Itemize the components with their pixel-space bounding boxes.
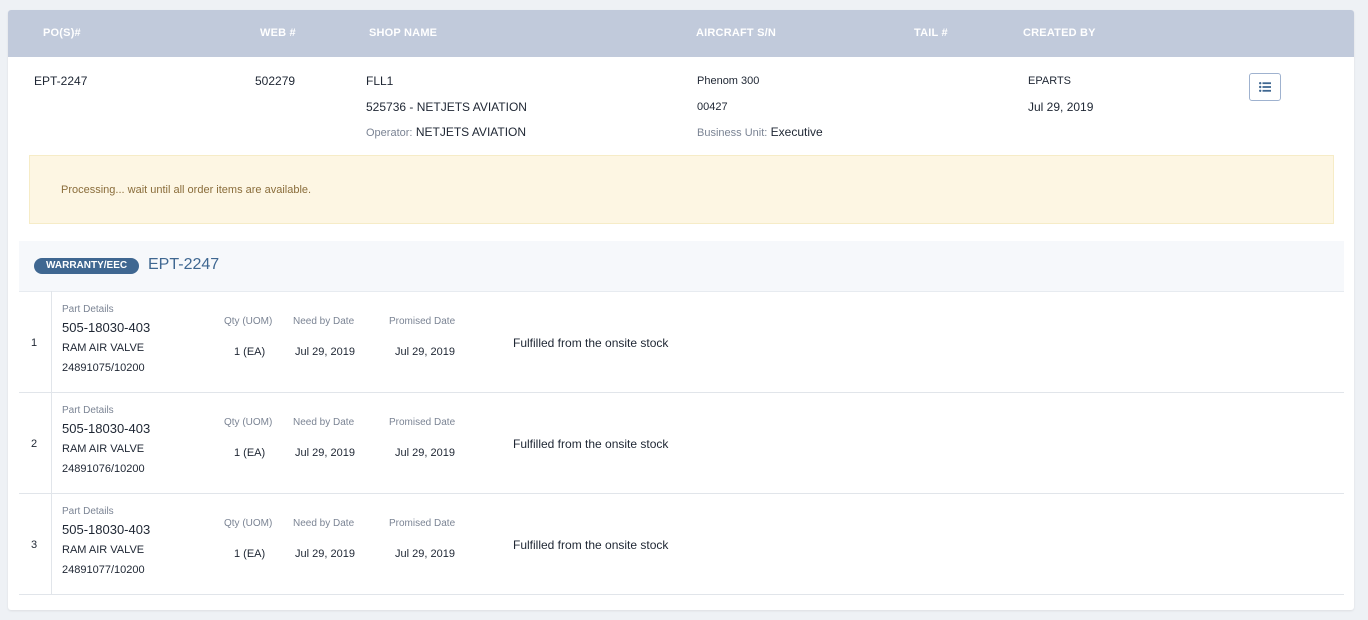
row-index: 2 bbox=[31, 438, 38, 450]
created-by: EPARTS bbox=[1028, 75, 1071, 87]
part-details-label: Part Details bbox=[62, 405, 114, 416]
aircraft-sn: 00427 bbox=[697, 101, 728, 113]
qty-value: 1 (EA) bbox=[234, 346, 266, 358]
table-row: 2 Part Details 505-18030-403 RAM AIR VAL… bbox=[19, 392, 1344, 494]
promised-date: Jul 29, 2019 bbox=[395, 548, 455, 560]
created-date: Jul 29, 2019 bbox=[1028, 100, 1094, 114]
fulfillment-status: Fulfilled from the onsite stock bbox=[513, 336, 669, 350]
header-created-by: CREATED BY bbox=[1023, 27, 1096, 39]
row-index: 3 bbox=[31, 539, 38, 551]
fulfillment-status: Fulfilled from the onsite stock bbox=[513, 437, 669, 451]
fulfillment-status: Fulfilled from the onsite stock bbox=[513, 538, 669, 552]
list-icon bbox=[1259, 82, 1271, 92]
promised-label: Promised Date bbox=[389, 417, 456, 428]
qty-label: Qty (UOM) bbox=[224, 316, 273, 327]
operator-value: NETJETS AVIATION bbox=[415, 125, 527, 139]
header-tail: TAIL # bbox=[914, 27, 948, 39]
part-description: RAM AIR VALVE bbox=[62, 443, 145, 455]
part-details-label: Part Details bbox=[62, 506, 114, 517]
row-index-cell: 1 bbox=[19, 291, 52, 392]
qty-label: Qty (UOM) bbox=[224, 417, 273, 428]
row-index-cell: 3 bbox=[19, 493, 52, 594]
table-row: 1 Part Details 505-18030-403 RAM AIR VAL… bbox=[19, 291, 1344, 393]
part-details-label: Part Details bbox=[62, 304, 114, 315]
order-card: PO(S)# WEB # SHOP NAME AIRCRAFT S/N TAIL… bbox=[8, 10, 1354, 610]
need-by-date: Jul 29, 2019 bbox=[295, 346, 355, 358]
header-shop-name: SHOP NAME bbox=[369, 27, 438, 39]
row-index-cell: 2 bbox=[19, 392, 52, 493]
qty-value: 1 (EA) bbox=[234, 548, 266, 560]
business-unit-value: Executive bbox=[770, 125, 823, 139]
need-by-label: Need by Date bbox=[293, 316, 355, 327]
shop-name: 525736 - NETJETS AVIATION bbox=[366, 100, 527, 114]
part-description: RAM AIR VALVE bbox=[62, 342, 145, 354]
need-by-date: Jul 29, 2019 bbox=[295, 447, 355, 459]
part-number: 505-18030-403 bbox=[62, 522, 151, 537]
list-button[interactable] bbox=[1249, 73, 1281, 101]
processing-alert: Processing... wait until all order items… bbox=[29, 155, 1334, 224]
promised-date: Jul 29, 2019 bbox=[395, 346, 455, 358]
promised-label: Promised Date bbox=[389, 518, 456, 529]
need-by-label: Need by Date bbox=[293, 417, 355, 428]
row-index: 1 bbox=[31, 337, 38, 349]
promised-label: Promised Date bbox=[389, 316, 456, 327]
operator: Operator: NETJETS AVIATION bbox=[366, 125, 526, 139]
alert-message: Processing... wait until all order items… bbox=[61, 184, 312, 196]
web-number: 502279 bbox=[255, 74, 296, 88]
aircraft-model: Phenom 300 bbox=[697, 75, 760, 87]
part-description: RAM AIR VALVE bbox=[62, 544, 145, 556]
header-web: WEB # bbox=[260, 27, 296, 39]
business-unit-label: Business Unit: bbox=[697, 127, 768, 139]
business-unit: Business Unit: Executive bbox=[697, 125, 823, 139]
need-by-date: Jul 29, 2019 bbox=[295, 548, 355, 560]
header-po: PO(S)# bbox=[43, 27, 81, 39]
part-number: 505-18030-403 bbox=[62, 320, 151, 335]
qty-label: Qty (UOM) bbox=[224, 518, 273, 529]
order-header: WARRANTY/EEC EPT-2247 bbox=[19, 241, 1344, 292]
order-type-badge: WARRANTY/EEC bbox=[34, 258, 140, 274]
header-aircraft-sn: AIRCRAFT S/N bbox=[696, 27, 777, 39]
qty-value: 1 (EA) bbox=[234, 447, 266, 459]
shop-code: FLL1 bbox=[366, 74, 394, 88]
promised-date: Jul 29, 2019 bbox=[395, 447, 455, 459]
operator-label: Operator: bbox=[366, 127, 413, 139]
need-by-label: Need by Date bbox=[293, 518, 355, 529]
table-header: PO(S)# WEB # SHOP NAME AIRCRAFT S/N TAIL… bbox=[8, 10, 1354, 57]
table-row: 3 Part Details 505-18030-403 RAM AIR VAL… bbox=[19, 493, 1344, 595]
part-serial: 24891075/10200 bbox=[62, 362, 145, 374]
po-number: EPT-2247 bbox=[34, 74, 88, 88]
part-serial: 24891077/10200 bbox=[62, 564, 145, 576]
order-number[interactable]: EPT-2247 bbox=[148, 256, 219, 274]
part-number: 505-18030-403 bbox=[62, 421, 151, 436]
part-serial: 24891076/10200 bbox=[62, 463, 145, 475]
